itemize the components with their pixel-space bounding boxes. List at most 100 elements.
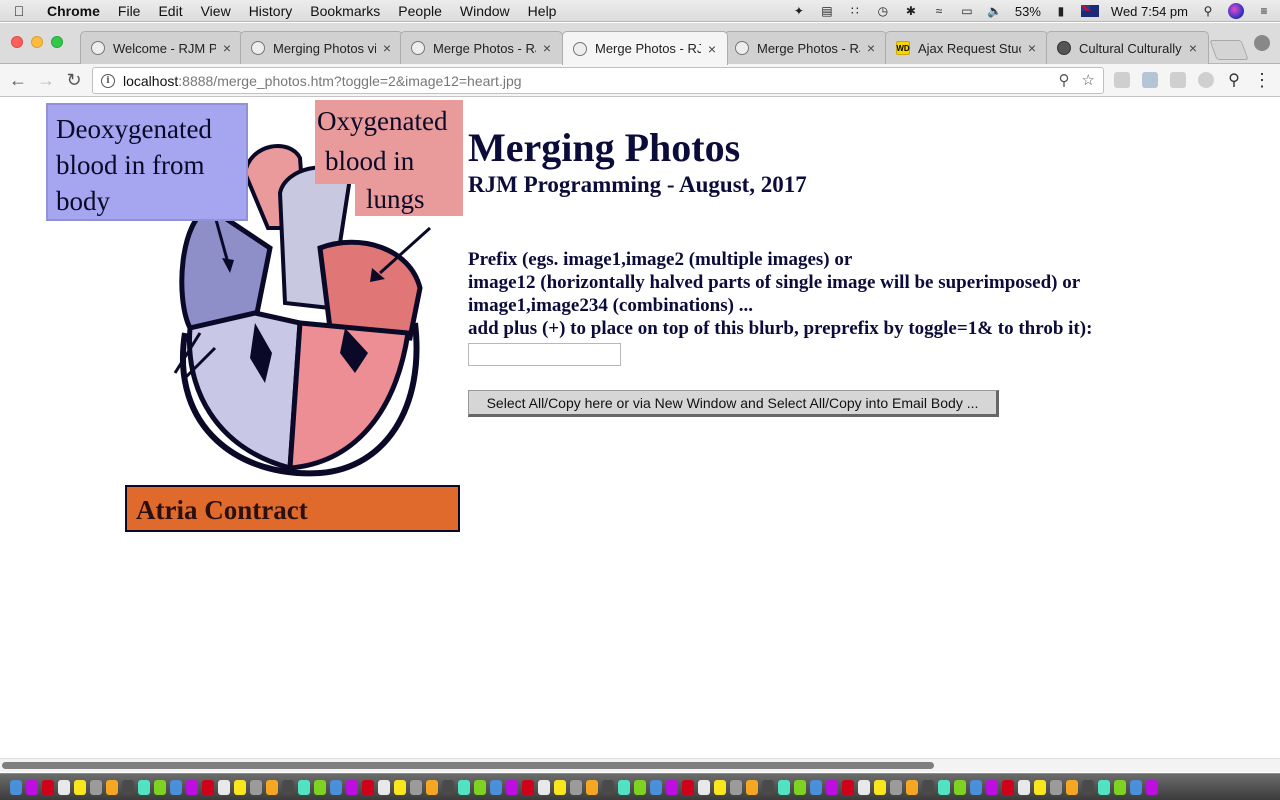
- select-all-copy-button[interactable]: Select All/Copy here or via New Window a…: [468, 390, 999, 417]
- forward-arrow-icon[interactable]: →: [34, 68, 58, 92]
- tab-close-icon[interactable]: ×: [705, 41, 719, 57]
- dock-app-icon[interactable]: [938, 779, 950, 795]
- dock-app-icon[interactable]: [570, 779, 582, 795]
- dock-app-icon[interactable]: [250, 779, 262, 795]
- dock-app-icon[interactable]: [1066, 779, 1078, 795]
- bookmark-star-icon[interactable]: ☆: [1082, 71, 1095, 89]
- dock-app-icon[interactable]: [346, 779, 358, 795]
- dock-app-icon[interactable]: [234, 779, 246, 795]
- dock-app-icon[interactable]: [282, 779, 294, 795]
- dock-app-icon[interactable]: [394, 779, 406, 795]
- tab-close-icon[interactable]: ×: [1186, 40, 1200, 56]
- search-icon[interactable]: ⚲: [1222, 68, 1246, 92]
- dock-app-icon[interactable]: [602, 779, 614, 795]
- dock-app-icon[interactable]: [474, 779, 486, 795]
- dock-app-icon[interactable]: [810, 779, 822, 795]
- menu-people[interactable]: People: [389, 3, 451, 19]
- dock-app-icon[interactable]: [586, 779, 598, 795]
- dock-app-icon[interactable]: [314, 779, 326, 795]
- address-bar[interactable]: i localhost:8888/merge_photos.htm?toggle…: [92, 67, 1104, 94]
- menu-help[interactable]: Help: [519, 3, 566, 19]
- notification-center-icon[interactable]: ≡: [1256, 4, 1272, 18]
- bluetooth-icon[interactable]: ✱: [903, 4, 919, 18]
- back-arrow-icon[interactable]: ←: [6, 68, 30, 92]
- dock-app-icon[interactable]: [1130, 779, 1142, 795]
- dock-app-icon[interactable]: [218, 779, 230, 795]
- tab-cultural[interactable]: Cultural Culturally ×: [1046, 31, 1209, 64]
- time-machine-icon[interactable]: ◷: [875, 4, 891, 18]
- siri-icon[interactable]: [1228, 3, 1244, 19]
- dock-app-icon[interactable]: [682, 779, 694, 795]
- dock-app-icon[interactable]: [1034, 779, 1046, 795]
- clock[interactable]: Wed 7:54 pm: [1111, 4, 1188, 19]
- dock-app-icon[interactable]: [874, 779, 886, 795]
- tools-icon[interactable]: ✦: [791, 4, 807, 18]
- extension-box-icon[interactable]: [1170, 72, 1186, 88]
- dock-app-icon[interactable]: [746, 779, 758, 795]
- zoom-icon[interactable]: ⚲: [1059, 71, 1070, 89]
- dock-app-icon[interactable]: [1114, 779, 1126, 795]
- dock-app-icon[interactable]: [106, 779, 118, 795]
- dock-app-icon[interactable]: [362, 779, 374, 795]
- menu-bookmarks[interactable]: Bookmarks: [301, 3, 389, 19]
- dock-app-icon[interactable]: [730, 779, 742, 795]
- info-icon[interactable]: i: [101, 73, 115, 88]
- window-zoom-button[interactable]: [51, 36, 63, 48]
- dock-app-icon[interactable]: [122, 779, 134, 795]
- horizontal-scrollbar-thumb[interactable]: [2, 762, 934, 769]
- dock-app-icon[interactable]: [442, 779, 454, 795]
- dock-app-icon[interactable]: [1050, 779, 1062, 795]
- tab-close-icon[interactable]: ×: [220, 40, 234, 56]
- dock-app-icon[interactable]: [794, 779, 806, 795]
- dock-app-icon[interactable]: [714, 779, 726, 795]
- dock-app-icon[interactable]: [666, 779, 678, 795]
- dock-app-icon[interactable]: [1082, 779, 1094, 795]
- menu-window[interactable]: Window: [451, 3, 519, 19]
- dock-app-icon[interactable]: [74, 779, 86, 795]
- wifi-icon[interactable]: ≈: [931, 4, 947, 18]
- new-tab-button[interactable]: [1209, 40, 1249, 60]
- tab-close-icon[interactable]: ×: [864, 40, 878, 56]
- grid-icon[interactable]: ∷: [847, 4, 863, 18]
- dock-app-icon[interactable]: [26, 779, 38, 795]
- dock-app-icon[interactable]: [506, 779, 518, 795]
- tab-close-icon[interactable]: ×: [380, 40, 394, 56]
- dock-app-icon[interactable]: [890, 779, 902, 795]
- dock-app-icon[interactable]: [970, 779, 982, 795]
- dock-app-icon[interactable]: [762, 779, 774, 795]
- dock-app-icon[interactable]: [10, 779, 22, 795]
- dock-app-icon[interactable]: [826, 779, 838, 795]
- profile-icon[interactable]: [1254, 35, 1270, 51]
- extension-download-icon[interactable]: [1142, 72, 1158, 88]
- menu-history[interactable]: History: [240, 3, 302, 19]
- menu-file[interactable]: File: [109, 3, 150, 19]
- dock-app-icon[interactable]: [954, 779, 966, 795]
- dock-app-icon[interactable]: [1018, 779, 1030, 795]
- dock-app-icon[interactable]: [138, 779, 150, 795]
- dock-app-icon[interactable]: [554, 779, 566, 795]
- dock-app-icon[interactable]: [618, 779, 630, 795]
- apple-icon[interactable]: : [0, 3, 38, 19]
- dock-app-icon[interactable]: [42, 779, 54, 795]
- dock-app-icon[interactable]: [1098, 779, 1110, 795]
- dock-app-icon[interactable]: [698, 779, 710, 795]
- dock-app-icon[interactable]: [538, 779, 550, 795]
- battery-icon[interactable]: ▮: [1053, 4, 1069, 18]
- app-menu-icon[interactable]: ▤: [819, 4, 835, 18]
- tab-merge-photos-active[interactable]: Merge Photos - RJ ×: [562, 31, 728, 65]
- dock-app-icon[interactable]: [186, 779, 198, 795]
- tab-welcome[interactable]: Welcome - RJM Pr ×: [80, 31, 243, 64]
- tab-close-icon[interactable]: ×: [1025, 40, 1039, 56]
- tab-merge-photos-3[interactable]: Merge Photos - RJ ×: [724, 31, 887, 64]
- dock-app-icon[interactable]: [266, 779, 278, 795]
- dock-app-icon[interactable]: [330, 779, 342, 795]
- menu-edit[interactable]: Edit: [149, 3, 191, 19]
- menu-chrome[interactable]: Chrome: [38, 3, 109, 19]
- dock-app-icon[interactable]: [842, 779, 854, 795]
- dock-app-icon[interactable]: [1002, 779, 1014, 795]
- volume-icon[interactable]: 🔈: [987, 4, 1003, 18]
- dock-app-icon[interactable]: [1146, 779, 1158, 795]
- dock-app-icon[interactable]: [858, 779, 870, 795]
- dock-app-icon[interactable]: [298, 779, 310, 795]
- tab-ajax-request[interactable]: WD Ajax Request Stuck ×: [885, 31, 1048, 64]
